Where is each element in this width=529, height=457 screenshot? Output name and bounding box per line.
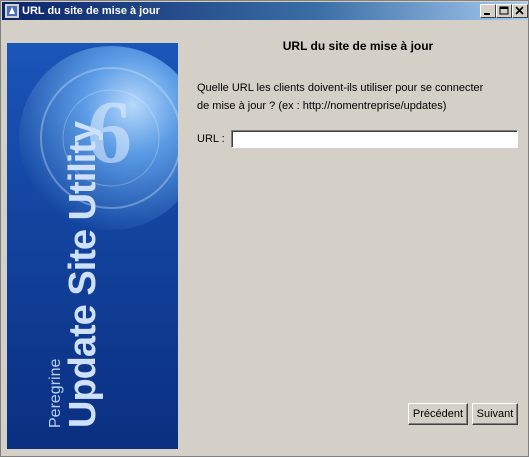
- maximize-icon: [499, 6, 509, 15]
- wizard-window: URL du site de mise à jour 6 Peregrine U…: [0, 0, 529, 457]
- side-banner: 6 Peregrine Update Site Utility: [7, 43, 178, 449]
- close-icon: [515, 6, 524, 15]
- title-bar[interactable]: URL du site de mise à jour: [2, 2, 528, 20]
- maximize-button[interactable]: [496, 4, 512, 18]
- url-input[interactable]: [231, 130, 518, 148]
- minimize-icon: [484, 13, 490, 15]
- product-name: Update Site Utility: [62, 121, 104, 428]
- page-title: URL du site de mise à jour: [282, 39, 434, 53]
- minimize-button[interactable]: [480, 4, 496, 18]
- app-icon: [5, 4, 19, 18]
- instructions-line-2: de mise à jour ? (ex : http://nomentrepr…: [197, 100, 447, 112]
- instructions-text: Quelle URL les clients doivent-ils utili…: [197, 79, 523, 115]
- url-label: URL :: [197, 133, 225, 145]
- window-title: URL du site de mise à jour: [22, 5, 160, 17]
- previous-button[interactable]: Précédent: [408, 403, 468, 425]
- next-button[interactable]: Suivant: [472, 403, 518, 425]
- instructions-line-1: Quelle URL les clients doivent-ils utili…: [197, 82, 484, 94]
- close-button[interactable]: [512, 4, 528, 18]
